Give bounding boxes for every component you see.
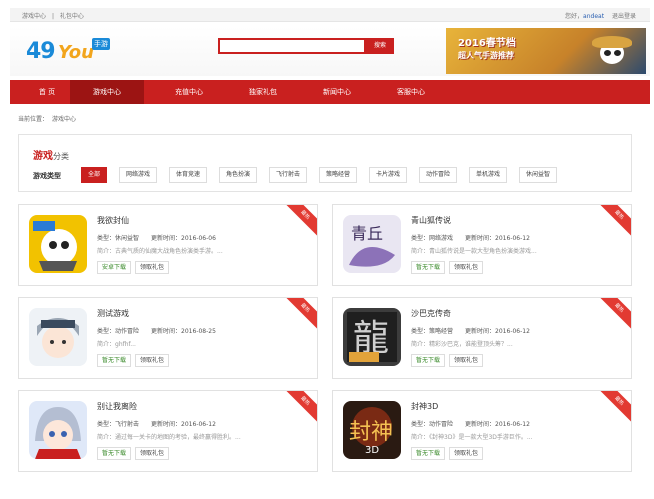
pvp-hero-icon[interactable] xyxy=(29,215,87,273)
get-gift-button[interactable]: 领取礼包 xyxy=(135,354,170,367)
game-meta: 类型：飞行射击 更新时间：2016-06-12 xyxy=(97,421,216,428)
user-area: 您好，andeat 退出登录 xyxy=(565,11,636,20)
main-nav: 首 页 游戏中心 充值中心 独家礼包 新闻中心 客服中心 xyxy=(10,80,650,104)
game-intro: 简介：古典气质的仙魔大战角色扮演类手游。... xyxy=(97,248,223,255)
get-gift-button[interactable]: 领取礼包 xyxy=(449,261,484,274)
anime-girl-icon[interactable] xyxy=(29,401,87,459)
site-logo[interactable]: 49 You 手游 xyxy=(26,36,110,68)
type-label: 游戏类型 xyxy=(33,172,61,180)
header: 49 You 手游 搜索 2016春节档 超人气手游推荐 xyxy=(10,26,650,76)
game-meta: 类型：休闲益智 更新时间：2016-06-06 xyxy=(97,235,216,242)
hot-ribbon: 最热 xyxy=(594,205,631,240)
breadcrumb-current[interactable]: 游戏中心 xyxy=(52,116,76,123)
game-intro: 简介：通过每一关卡的地图的考验，最终赢得胜利。... xyxy=(97,434,241,441)
category-title: 游戏分类 xyxy=(33,151,69,162)
logo-badge: 手游 xyxy=(92,38,110,50)
top-link-game-center[interactable]: 游戏中心 xyxy=(22,13,46,20)
tag-card[interactable]: 卡片游戏 xyxy=(369,167,408,183)
svg-text:封神: 封神 xyxy=(349,420,393,445)
game-intro: 简介：《封神3D》是一款大型3D手游巨作。... xyxy=(411,434,533,441)
nav-recharge[interactable]: 充值中心 xyxy=(152,80,226,104)
search-box: 搜索 xyxy=(218,38,394,54)
dragon-glyph-icon[interactable]: 龍 xyxy=(343,308,401,366)
tag-single[interactable]: 单机游戏 xyxy=(469,167,508,183)
search-button[interactable]: 搜索 xyxy=(366,38,394,54)
user-greeting: 您好， xyxy=(565,13,584,20)
tag-all[interactable]: 全部 xyxy=(81,167,108,183)
game-card[interactable]: 别让我离险 类型：飞行射击 更新时间：2016-06-12 简介：通过每一关卡的地… xyxy=(18,390,318,472)
game-card[interactable]: 封神 3D 封神3D 类型：动作冒险 更新时间：2016-06-12 简介：《封神3… xyxy=(332,390,632,472)
get-gift-button[interactable]: 领取礼包 xyxy=(449,354,484,367)
top-bar: 游戏中心 | 礼包中心 您好，andeat 退出登录 xyxy=(10,8,650,22)
logo-number: 49 xyxy=(26,39,56,64)
user-name[interactable]: andeat xyxy=(583,13,604,20)
game-meta: 类型：策略经营 更新时间：2016-06-12 xyxy=(411,328,530,335)
download-button[interactable]: 暂无下载 xyxy=(97,447,132,460)
get-gift-button[interactable]: 领取礼包 xyxy=(449,447,484,460)
svg-text:3D: 3D xyxy=(365,445,379,456)
top-links: 游戏中心 | 礼包中心 xyxy=(22,13,84,20)
fox-legend-icon[interactable]: 青丘 xyxy=(343,215,401,273)
tag-strategy[interactable]: 策略经营 xyxy=(319,167,358,183)
download-button[interactable]: 安卓下载 xyxy=(97,261,132,274)
game-intro: 简介：青山狐传说是一款大型角色扮演类游戏... xyxy=(411,248,537,255)
tag-casual[interactable]: 休闲益智 xyxy=(519,167,558,183)
game-name[interactable]: 封神3D xyxy=(411,401,438,412)
hot-ribbon: 最热 xyxy=(594,298,631,333)
promo-banner[interactable]: 2016春节档 超人气手游推荐 xyxy=(446,28,646,74)
top-link-gift-center[interactable]: 礼包中心 xyxy=(60,13,84,20)
download-button[interactable]: 暂无下载 xyxy=(97,354,132,367)
game-card[interactable]: 我欲封仙 类型：休闲益智 更新时间：2016-06-06 简介：古典气质的仙魔大战… xyxy=(18,204,318,286)
get-gift-button[interactable]: 领取礼包 xyxy=(135,261,170,274)
hot-ribbon: 最热 xyxy=(280,391,317,426)
game-name[interactable]: 我欲封仙 xyxy=(97,215,129,226)
download-button[interactable]: 暂无下载 xyxy=(411,354,446,367)
game-intro: 简介：ghfhf... xyxy=(97,341,136,348)
nav-service[interactable]: 客服中心 xyxy=(374,80,448,104)
breadcrumb: 当前位置： 游戏中心 xyxy=(18,114,80,123)
nav-game-center[interactable]: 游戏中心 xyxy=(70,80,144,104)
tag-online[interactable]: 网络游戏 xyxy=(119,167,158,183)
tag-action[interactable]: 动作冒险 xyxy=(419,167,458,183)
svg-text:青丘: 青丘 xyxy=(351,224,383,243)
logout-link[interactable]: 退出登录 xyxy=(612,13,636,20)
fengshen-icon[interactable]: 封神 3D xyxy=(343,401,401,459)
search-input[interactable] xyxy=(218,38,366,54)
game-name[interactable]: 别让我离险 xyxy=(97,401,137,412)
banner-line2: 超人气手游推荐 xyxy=(458,51,514,60)
game-card[interactable]: 青丘 青山狐传说 类型：网络游戏 更新时间：2016-06-12 简介：青山狐传说… xyxy=(332,204,632,286)
tag-rpg[interactable]: 角色扮演 xyxy=(219,167,258,183)
game-intro: 简介：精彩沙巴克，谁能登顶头筹？... xyxy=(411,341,513,348)
game-name[interactable]: 青山狐传说 xyxy=(411,215,451,226)
logo-text: You xyxy=(58,42,94,63)
panda-icon xyxy=(592,36,632,66)
get-gift-button[interactable]: 领取礼包 xyxy=(135,447,170,460)
hot-ribbon: 最热 xyxy=(594,391,631,426)
tag-shooter[interactable]: 飞行射击 xyxy=(269,167,308,183)
game-meta: 类型：动作冒险 更新时间：2016-08-25 xyxy=(97,328,216,335)
anime-boy-icon[interactable] xyxy=(29,308,87,366)
game-meta: 类型：动作冒险 更新时间：2016-06-12 xyxy=(411,421,530,428)
game-name[interactable]: 测试游戏 xyxy=(97,308,129,319)
breadcrumb-prefix: 当前位置： xyxy=(18,116,49,123)
download-button[interactable]: 暂无下载 xyxy=(411,261,446,274)
game-name[interactable]: 沙巴克传奇 xyxy=(411,308,451,319)
hot-ribbon: 最热 xyxy=(280,205,317,240)
hot-ribbon: 最热 xyxy=(280,298,317,333)
nav-gifts[interactable]: 独家礼包 xyxy=(226,80,300,104)
category-panel: 游戏分类 游戏类型 全部 网络游戏 体育竞速 角色扮演 飞行射击 策略经营 卡片… xyxy=(18,134,632,192)
tag-sports[interactable]: 体育竞速 xyxy=(169,167,208,183)
nav-news[interactable]: 新闻中心 xyxy=(300,80,374,104)
game-card[interactable]: 龍 沙巴克传奇 类型：策略经营 更新时间：2016-06-12 简介：精彩沙巴克，… xyxy=(332,297,632,379)
banner-line1: 2016春节档 xyxy=(458,38,516,49)
game-card[interactable]: 测试游戏 类型：动作冒险 更新时间：2016-08-25 简介：ghfhf... … xyxy=(18,297,318,379)
game-meta: 类型：网络游戏 更新时间：2016-06-12 xyxy=(411,235,530,242)
download-button[interactable]: 暂无下载 xyxy=(411,447,446,460)
